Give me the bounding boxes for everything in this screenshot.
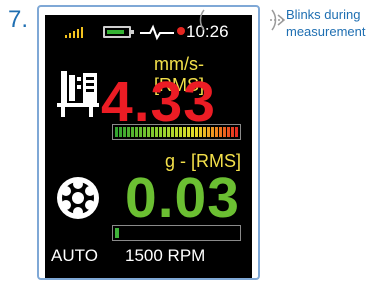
velocity-level-fill	[115, 127, 238, 137]
device-screen: 10:26 mm/s-[RMS] 4.33 g - [RMS] 0.03 AUT…	[45, 15, 252, 278]
acceleration-level-fill	[115, 228, 119, 238]
callout-line-2: measurement	[286, 24, 366, 39]
acceleration-level-bar	[112, 225, 241, 241]
signal-icon	[65, 26, 87, 38]
step-number: 7.	[8, 6, 29, 33]
machine-icon	[57, 71, 99, 117]
acceleration-value: 0.03	[125, 166, 240, 230]
battery-icon	[103, 26, 134, 38]
mode-label: AUTO	[51, 246, 98, 265]
velocity-level-bar	[112, 124, 241, 140]
callout-arrow-icon	[199, 9, 286, 31]
velocity-value: 4.33	[101, 70, 216, 134]
speed-label: 1500 RPM	[125, 246, 206, 265]
callout-text: Blinks during measurement	[286, 6, 365, 40]
battery-level	[107, 30, 124, 34]
pulse-icon	[140, 24, 174, 41]
callout-line-1: Blinks during	[286, 7, 361, 22]
bearing-icon	[57, 177, 99, 219]
